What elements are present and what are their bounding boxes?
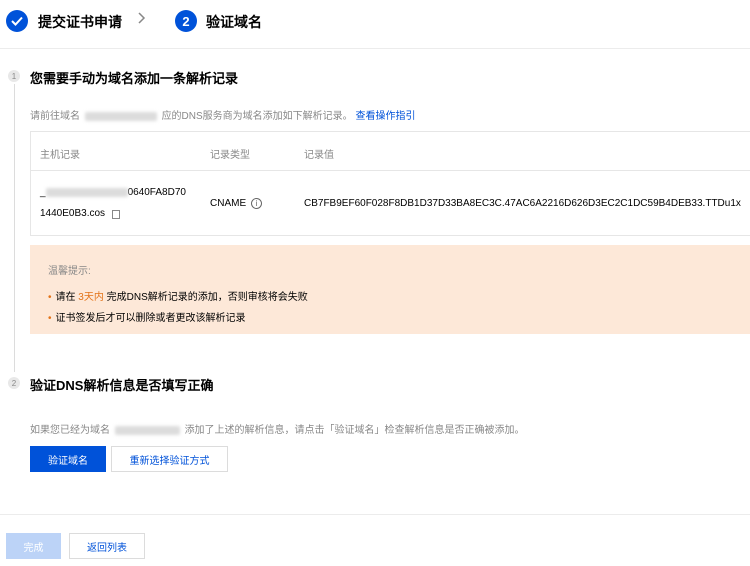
blurred-domain xyxy=(114,425,180,435)
section1-description: 请前往域名 应的DNS服务商为域名添加如下解析记录。 查看操作指引 xyxy=(30,107,415,122)
bullet-icon: • xyxy=(48,313,52,324)
tip-box: 温馨提示: • 请在 3天内 完成DNS解析记录的添加，否则审核将会失败 • 证书签… xyxy=(30,245,750,334)
footer-divider xyxy=(0,514,750,515)
info-icon[interactable]: i xyxy=(250,198,262,209)
th-host: 主机记录 xyxy=(40,150,80,161)
host-suffix: 0640FA8D70 xyxy=(127,187,186,198)
tip-title: 温馨提示: xyxy=(48,266,91,277)
section2-title: 验证DNS解析信息是否填写正确 xyxy=(30,378,214,393)
tip1-post: 完成DNS解析记录的添加，否则审核将会失败 xyxy=(106,292,308,303)
host-record-line2: 1440E0B3.cos xyxy=(40,208,122,220)
host-record-line1: _ 0640FA8D70 xyxy=(40,187,186,198)
reselect-verify-method-button[interactable]: 重新选择验证方式 xyxy=(111,446,228,472)
tip-item-1: • 请在 3天内 完成DNS解析记录的添加，否则审核将会失败 xyxy=(48,288,308,303)
step2-label: 验证域名 xyxy=(206,14,262,30)
tip1-pre: 请在 xyxy=(55,292,76,303)
steps-header: 提交证书申请 2 验证域名 xyxy=(0,0,750,46)
th-type: 记录类型 xyxy=(210,150,250,161)
timeline-line xyxy=(14,84,15,372)
guide-link[interactable]: 查看操作指引 xyxy=(355,111,415,122)
tip-item-2: • 证书签发后才可以删除或者更改该解析记录 xyxy=(48,309,246,324)
section1-title: 您需要手动为域名添加一条解析记录 xyxy=(30,71,239,86)
table-header: 主机记录 记录类型 记录值 xyxy=(31,132,750,171)
tip2-text: 证书签发后才可以删除或者更改该解析记录 xyxy=(55,313,246,324)
blurred-domain xyxy=(84,111,157,121)
host-prefix: _ xyxy=(40,187,46,198)
section2-desc-prefix: 如果您已经为域名 xyxy=(30,425,110,436)
header-divider xyxy=(0,48,750,49)
back-to-list-button[interactable]: 返回列表 xyxy=(69,533,145,559)
bullet-icon: • xyxy=(48,292,52,303)
record-type-cell: CNAME i xyxy=(210,198,262,209)
step1-label: 提交证书申请 xyxy=(38,14,122,30)
done-button[interactable]: 完成 xyxy=(6,533,61,559)
copy-icon[interactable] xyxy=(111,208,122,220)
blurred-host xyxy=(45,187,128,197)
chevron-right-icon xyxy=(138,11,146,29)
step2-number: 2 xyxy=(175,10,197,32)
section1-number: 1 xyxy=(8,70,20,82)
step-done-check-icon xyxy=(6,10,28,32)
record-type: CNAME xyxy=(210,198,247,210)
section1-desc-suffix: 应的DNS服务商为域名添加如下解析记录。 xyxy=(161,111,353,122)
tip1-highlight: 3天内 xyxy=(78,292,104,303)
dns-record-table: 主机记录 记录类型 记录值 _ 0640FA8D70 1440E0B3.cos C… xyxy=(30,131,750,236)
th-value: 记录值 xyxy=(304,150,334,161)
section2-description: 如果您已经为域名 添加了上述的解析信息，请点击「验证域名」检查解析信息是否正确被… xyxy=(30,421,525,436)
host-line2: 1440E0B3.cos xyxy=(40,208,106,219)
section1-desc-prefix: 请前往域名 xyxy=(30,111,80,122)
record-value[interactable]: CB7FB9EF60F028F8DB1D37D33BA8EC3C.47AC6A2… xyxy=(304,198,741,209)
section2-desc-suffix: 添加了上述的解析信息，请点击「验证域名」检查解析信息是否正确被添加。 xyxy=(184,425,525,436)
section2-number: 2 xyxy=(8,377,20,389)
verify-domain-button[interactable]: 验证域名 xyxy=(30,446,106,472)
